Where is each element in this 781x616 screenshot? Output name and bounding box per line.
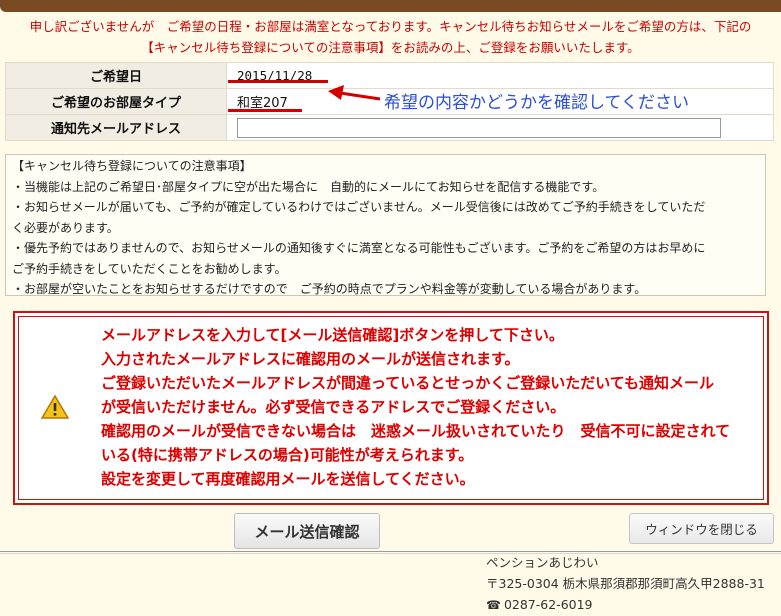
cautions-title: 【キャンセル待ち登録についての注意事項】 — [12, 159, 252, 173]
warning-line: いる(特に携帯アドレスの場合)可能性が考えられます。 — [101, 446, 474, 464]
date-row: ご希望日 2015/11/28 — [5, 62, 774, 89]
warning-box: メールアドレスを入力して[メール送信確認]ボタンを押して下さい。 入力されたメー… — [13, 311, 769, 505]
footer-phone: 0287-62-6019 — [503, 597, 593, 612]
warning-line: メールアドレスを入力して[メール送信確認]ボタンを押して下さい。 — [101, 326, 564, 344]
full-booking-notice: 申し訳ございませんが ご希望の日程・お部屋は満室となっております。キャンセル待ち… — [0, 16, 781, 58]
warning-line: 設定を変更して再度確認用メールを送信してください。 — [101, 470, 475, 488]
caution-line: ・優先予約ではありませんので、お知らせメールの通知後すぐに満室となる可能性もござ… — [12, 241, 706, 255]
cautions-box: 【キャンセル待ち登録についての注意事項】 ・当機能は上記のご希望日･部屋タイプに… — [5, 154, 766, 296]
notice-line-1: 申し訳ございませんが ご希望の日程・お部屋は満室となっております。キャンセル待ち… — [29, 19, 752, 34]
caution-line: ・お知らせメールが届いても、ご予約が確定しているわけではございません。メール受信… — [12, 200, 706, 214]
email-input[interactable] — [237, 117, 721, 138]
room-label: ご希望のお部屋タイプ — [5, 88, 227, 115]
room-underline — [228, 109, 302, 112]
date-label: ご希望日 — [5, 62, 227, 89]
close-window-button[interactable]: ウィンドウを閉じる — [629, 513, 774, 544]
warning-line: 入力されたメールアドレスに確認用のメールが送信されます。 — [101, 350, 520, 368]
footer-name: ペンションあじわい — [486, 555, 599, 570]
caution-line: ・当機能は上記のご希望日･部屋タイプに空が出た場合に 自動的にメールにてお知らせ… — [12, 179, 605, 194]
annotation-text: 希望の内容かどうかを確認してください — [384, 93, 689, 113]
warning-line: 確認用のメールが受信できない場合は 迷惑メール扱いされていたり 受信不可に設定さ… — [101, 422, 731, 440]
caution-line: ・お部屋が空いたことをお知らせするだけですので ご予約の時点でプランや料金等が変… — [12, 282, 647, 296]
annotation-arrow-icon — [328, 85, 381, 101]
send-confirmation-email-button[interactable]: メール送信確認 — [234, 513, 380, 549]
top-bar — [0, 0, 781, 12]
date-underline — [228, 80, 328, 83]
warning-icon — [40, 394, 70, 419]
notice-line-2: 【キャンセル待ち登録についての注意事項】をお読みの上、ご登録をお願いいたします。 — [141, 40, 640, 55]
footer-contact: ペンションあじわい 〒325-0304 栃木県那須郡那須町高久甲2888-31 … — [486, 552, 765, 616]
warning-line: ご登録いただいたメールアドレスが間違っているとせっかくご登録いただいても通知メー… — [101, 374, 715, 392]
email-row: 通知先メールアドレス — [5, 114, 774, 141]
footer-address: 〒325-0304 栃木県那須郡那須町高久甲2888-31 — [486, 576, 765, 591]
warning-line: が受信いただけません。必ず受信できるアドレスでご登録ください。 — [101, 398, 566, 416]
caution-line: く必要があります。 — [12, 220, 119, 235]
email-label: 通知先メールアドレス — [5, 114, 227, 141]
caution-line: ご予約手続きをしていただくことをお勧めします。 — [12, 261, 287, 276]
warning-message: メールアドレスを入力して[メール送信確認]ボタンを押して下さい。 入力されたメー… — [101, 323, 761, 491]
